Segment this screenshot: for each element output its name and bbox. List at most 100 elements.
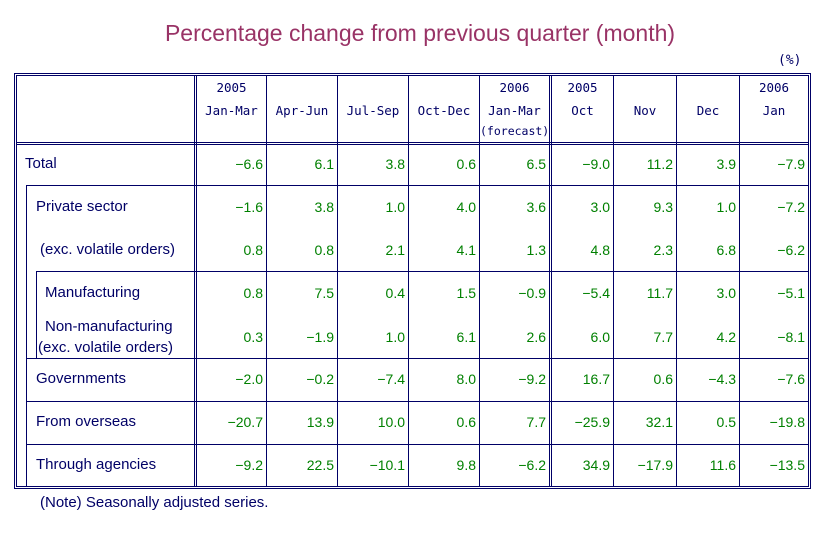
frame-right-inner (808, 75, 809, 487)
table-cell-value: 1.0 (385, 329, 405, 345)
row-rule (26, 185, 808, 186)
table-cell-value: −7.4 (377, 371, 405, 387)
indent-rule-2 (36, 271, 37, 358)
table-cell-value: 0.6 (456, 156, 476, 172)
table-cell-value: 4.2 (716, 329, 736, 345)
table-cell-value: 6.8 (716, 242, 736, 258)
table-cell-value: −6.2 (777, 242, 805, 258)
table-cell-value: −9.2 (518, 371, 546, 387)
column-header: Apr-Jun (275, 103, 329, 118)
table-cell-value: 0.6 (456, 414, 476, 430)
table-cell-value: 7.7 (526, 414, 546, 430)
table-cell-value: 4.0 (456, 199, 476, 215)
table-cell-value: −1.9 (306, 329, 334, 345)
frame-top (14, 73, 810, 74)
table-cell-value: 3.0 (590, 199, 610, 215)
table-cell-value: 3.8 (385, 156, 405, 172)
column-year: 2005 (567, 80, 598, 95)
table-cell-value: 9.8 (456, 457, 476, 473)
table-cell-value: 11.2 (646, 156, 673, 172)
table-cell-value: 2.3 (653, 242, 673, 258)
column-subnote: (forecast) (480, 124, 550, 138)
header-rule-2 (16, 144, 808, 145)
table-cell-value: −10.1 (369, 457, 405, 473)
table-cell-value: 16.7 (582, 371, 610, 387)
frame-bottom-inner (16, 486, 808, 487)
table-cell-value: 10.0 (377, 414, 405, 430)
table-cell-value: −25.9 (574, 414, 610, 430)
table-cell-value: 3.0 (716, 285, 736, 301)
table-cell-value: 3.8 (314, 199, 334, 215)
row-label: Private sector (36, 198, 128, 215)
table-cell-value: 32.1 (645, 414, 673, 430)
page-title: Percentage change from previous quarter … (164, 20, 676, 46)
header-rule (16, 142, 808, 143)
table-cell-value: 2.6 (526, 329, 546, 345)
table-cell-value: 1.3 (526, 242, 546, 258)
row-label: Manufacturing (45, 284, 141, 301)
table-cell-value: −17.9 (637, 457, 673, 473)
column-header: Jan-Mar (488, 103, 541, 118)
column-header: Oct-Dec (417, 103, 471, 118)
table-cell-value: 11.7 (646, 285, 673, 301)
table-cell-value: 7.7 (653, 329, 673, 345)
table-cell-value: −9.2 (235, 457, 263, 473)
table-cell-value: 8.0 (456, 371, 476, 387)
column-header: Oct (571, 103, 594, 118)
column-header: Jan (762, 103, 786, 118)
frame-right (810, 73, 811, 489)
row-label: Through agencies (36, 456, 157, 473)
table-cell-value: 34.9 (582, 457, 610, 473)
row-label: Governments (36, 370, 127, 387)
table-cell-value: −5.1 (777, 285, 805, 301)
table-cell-value: −20.7 (227, 414, 263, 430)
column-header: Nov (633, 103, 657, 118)
table-cell-value: 11.6 (709, 457, 736, 473)
footnote: (Note) Seasonally adjusted series. (40, 494, 269, 511)
table-cell-value: 13.9 (306, 414, 334, 430)
table-cell-value: −4.3 (708, 371, 736, 387)
indent-rule-1 (26, 185, 27, 487)
row-label: (exc. volatile orders) (40, 241, 176, 258)
table-cell-value: 3.9 (716, 156, 736, 172)
column-year: 2006 (499, 80, 530, 95)
table-cell-value: −5.4 (582, 285, 610, 301)
table-cell-value: 6.1 (314, 156, 334, 172)
column-year: 2005 (216, 80, 247, 95)
row-rule (26, 444, 808, 445)
table-cell-value: 0.6 (653, 371, 673, 387)
table-cell-value: −13.5 (769, 457, 805, 473)
label-col-rule (194, 75, 195, 487)
frame-left-inner (16, 75, 17, 487)
row-label: Total (25, 155, 57, 172)
table-cell-value: 6.5 (526, 156, 546, 172)
table-cell-value: −0.2 (306, 371, 334, 387)
table-cell-value: 0.8 (243, 285, 263, 301)
unit-label: (%) (778, 53, 802, 68)
row-label: Non-manufacturing (45, 318, 173, 335)
column-header: Jul-Sep (346, 103, 400, 118)
table-cell-value: −6.6 (235, 156, 263, 172)
frame-top-inner (16, 75, 808, 76)
table-cell-value: 0.4 (385, 285, 405, 301)
table-cell-value: −0.9 (518, 285, 546, 301)
table-cell-value: −6.2 (518, 457, 546, 473)
table-cell-value: −19.8 (769, 414, 805, 430)
row-rule (36, 271, 808, 272)
column-header: Dec (696, 103, 720, 118)
table-cell-value: −9.0 (582, 156, 610, 172)
row-rule (26, 358, 808, 359)
column-year: 2006 (758, 80, 790, 95)
table-cell-value: −1.6 (235, 199, 263, 215)
table-cell-value: 1.5 (456, 285, 476, 301)
table-cell-value: −7.2 (777, 199, 805, 215)
frame-left (14, 73, 15, 489)
frame-bottom (14, 488, 810, 489)
table-cell-value: 22.5 (306, 457, 334, 473)
table-cell-value: 0.5 (716, 414, 736, 430)
row-label-sub: (exc. volatile orders) (38, 339, 174, 356)
table-cell-value: −7.9 (777, 156, 805, 172)
table-cell-value: 1.0 (385, 199, 405, 215)
table-cell-value: −2.0 (235, 371, 263, 387)
table-cell-value: 0.8 (314, 242, 334, 258)
